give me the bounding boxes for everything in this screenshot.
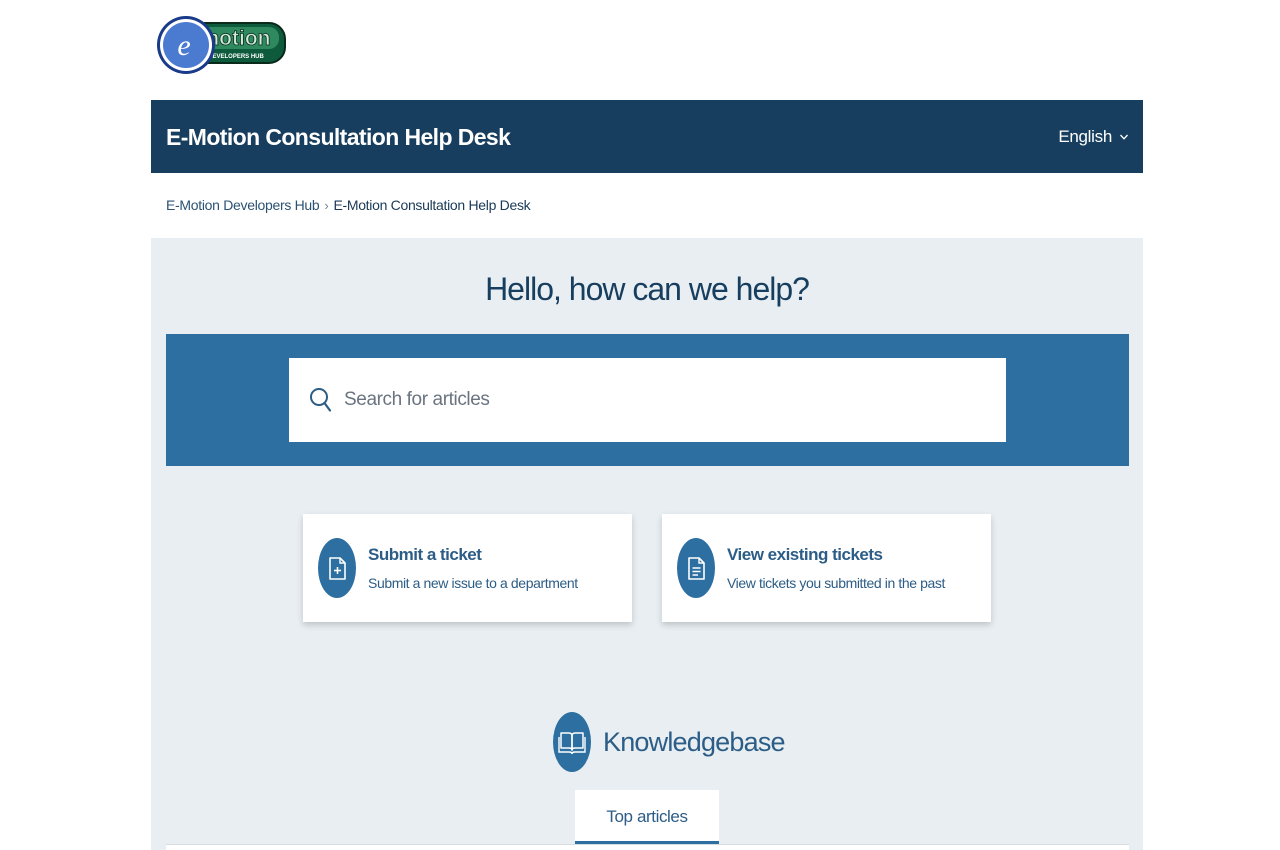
chevron-down-icon xyxy=(1120,134,1128,140)
view-tickets-card[interactable]: View existing tickets View tickets you s… xyxy=(662,514,991,622)
card-title: Submit a ticket xyxy=(368,545,482,564)
breadcrumb-current: E-Motion Consultation Help Desk xyxy=(333,197,531,213)
file-plus-icon xyxy=(318,538,356,598)
breadcrumb-home[interactable]: E-Motion Developers Hub xyxy=(166,197,320,213)
open-book-icon xyxy=(553,712,591,772)
knowledgebase-title: Knowledgebase xyxy=(603,726,786,757)
breadcrumb: E-Motion Developers Hub › E-Motion Consu… xyxy=(166,197,531,213)
knowledgebase-heading: Knowledgebase xyxy=(553,712,786,772)
search-box xyxy=(289,358,1006,442)
tab-top-articles[interactable]: Top articles xyxy=(575,790,719,844)
submit-ticket-card[interactable]: Submit a ticket Submit a new issue to a … xyxy=(303,514,632,622)
svg-text:e: e xyxy=(177,29,190,62)
header-bar: E-Motion Consultation Help Desk English xyxy=(151,100,1143,173)
logo-subtext: DEVELOPERS HUB xyxy=(208,54,264,60)
articles-panel xyxy=(166,844,1129,850)
hero-title: Hello, how can we help? xyxy=(485,271,810,307)
language-selector[interactable]: English xyxy=(1058,127,1129,147)
breadcrumb-separator: › xyxy=(324,197,329,213)
card-subtitle: View tickets you submitted in the past xyxy=(727,575,945,591)
site-title[interactable]: E-Motion Consultation Help Desk xyxy=(166,124,511,151)
card-title: View existing tickets xyxy=(727,545,883,564)
search-band xyxy=(166,334,1129,466)
card-subtitle: Submit a new issue to a department xyxy=(368,575,578,591)
search-icon xyxy=(310,388,332,412)
search-input[interactable] xyxy=(344,386,964,414)
logo-image: -motion DEVELOPERS HUB e xyxy=(157,16,286,74)
language-label: English xyxy=(1058,127,1112,146)
file-text-icon xyxy=(677,538,715,598)
main-content: Hello, how can we help? Submit a ticket … xyxy=(151,238,1143,850)
e-motion-logo[interactable]: -motion DEVELOPERS HUB e xyxy=(157,14,287,76)
